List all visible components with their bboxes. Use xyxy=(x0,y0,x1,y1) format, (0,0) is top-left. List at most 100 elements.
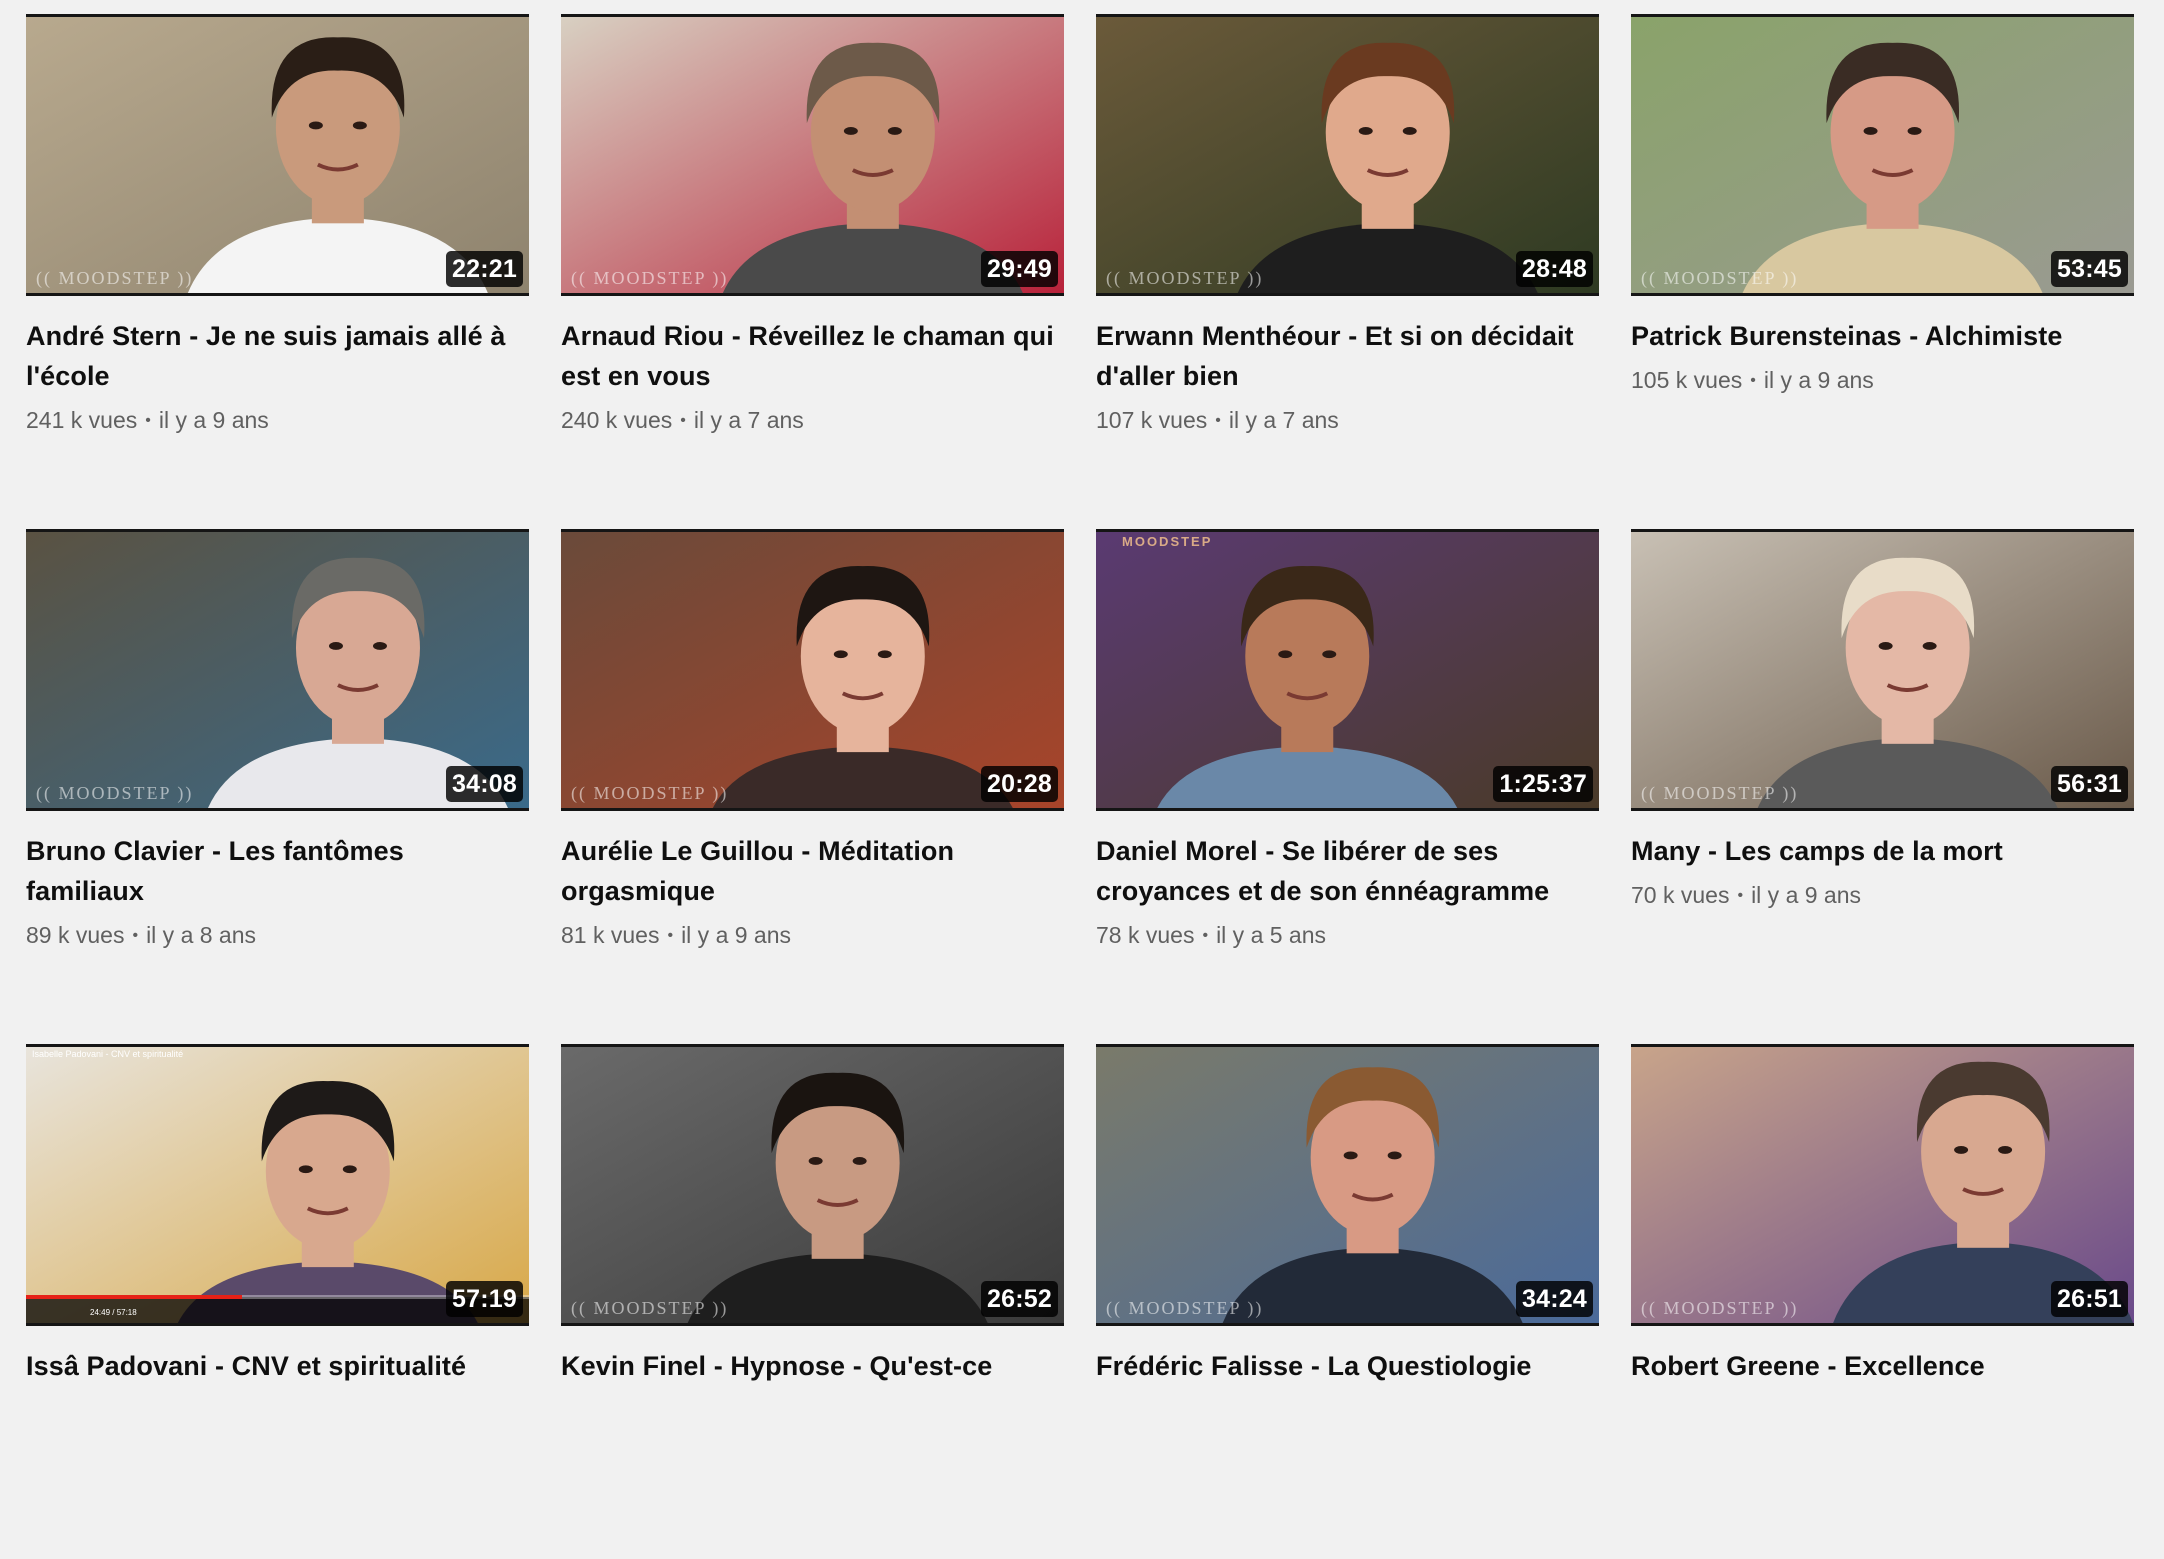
video-card[interactable]: (( MOODSTEP )) 26:52 Kevin Finel - Hypnose… xyxy=(561,1044,1064,1559)
separator-dot: • xyxy=(667,927,674,944)
video-card[interactable]: (( MOODSTEP )) 28:48 Erwann Menthéour - Et… xyxy=(1096,14,1599,529)
duration-badge: 56:31 xyxy=(2051,766,2128,802)
video-thumbnail[interactable]: MOODSTEP 1:25:37 xyxy=(1096,529,1599,811)
channel-watermark: (( MOODSTEP )) xyxy=(571,783,729,803)
upload-age: il y a 9 ans xyxy=(1751,882,1862,908)
view-count: 81 k vues xyxy=(561,922,660,948)
view-count: 105 k vues xyxy=(1631,367,1743,393)
video-meta: Bruno Clavier - Les fantômes familiaux 89… xyxy=(26,811,529,952)
video-card[interactable]: (( MOODSTEP )) 53:45 Patrick Burensteinas … xyxy=(1631,14,2134,529)
video-thumbnail[interactable]: (( MOODSTEP )) 22:21 xyxy=(26,14,529,296)
channel-watermark: (( MOODSTEP )) xyxy=(1641,268,1799,288)
view-count: 240 k vues xyxy=(561,407,673,433)
video-meta: Arnaud Riou - Réveillez le chaman qui es… xyxy=(561,296,1064,437)
video-thumbnail[interactable]: (( MOODSTEP )) 20:28 xyxy=(561,529,1064,811)
separator-dot: • xyxy=(1750,372,1756,389)
upload-age: il y a 9 ans xyxy=(681,922,792,948)
video-meta: André Stern - Je ne suis jamais allé à l… xyxy=(26,296,529,437)
video-card[interactable]: (( MOODSTEP )) 26:51 Robert Greene - Excel… xyxy=(1631,1044,2134,1559)
video-title[interactable]: Many - Les camps de la mort xyxy=(1631,831,2134,871)
upload-age: il y a 8 ans xyxy=(146,922,257,948)
video-stats: 89 k vues • il y a 8 ans xyxy=(26,919,529,952)
video-title[interactable]: Arnaud Riou - Réveillez le chaman qui es… xyxy=(561,316,1064,396)
video-meta: Patrick Burensteinas - Alchimiste 105 k v… xyxy=(1631,296,2134,397)
separator-dot: • xyxy=(132,927,139,944)
channel-watermark: MOODSTEP xyxy=(1122,534,1213,549)
video-title[interactable]: Frédéric Falisse - La Questiologie xyxy=(1096,1346,1599,1386)
video-stats: 240 k vues • il y a 7 ans xyxy=(561,404,1064,437)
duration-badge: 28:48 xyxy=(1516,251,1593,287)
video-title[interactable]: Robert Greene - Excellence xyxy=(1631,1346,2134,1386)
channel-watermark: (( MOODSTEP )) xyxy=(36,783,194,803)
video-stats: 78 k vues • il y a 5 ans xyxy=(1096,919,1599,952)
player-progress-fill xyxy=(26,1295,243,1299)
separator-dot: • xyxy=(1737,887,1744,904)
video-title[interactable]: André Stern - Je ne suis jamais allé à l… xyxy=(26,316,529,396)
video-meta: Kevin Finel - Hypnose - Qu'est-ce xyxy=(561,1326,1064,1386)
upload-age: il y a 7 ans xyxy=(1228,407,1339,433)
video-title[interactable]: Daniel Morel - Se libérer de ses croyanc… xyxy=(1096,831,1599,911)
view-count: 70 k vues xyxy=(1631,882,1730,908)
video-thumbnail[interactable]: (( MOODSTEP )) 53:45 xyxy=(1631,14,2134,296)
video-meta: Robert Greene - Excellence xyxy=(1631,1326,2134,1386)
video-card[interactable]: (( MOODSTEP )) 29:49 Arnaud Riou - Réveill… xyxy=(561,14,1064,529)
video-thumbnail[interactable]: (( MOODSTEP )) 28:48 xyxy=(1096,14,1599,296)
video-stats: 105 k vues • il y a 9 ans xyxy=(1631,364,2134,397)
video-meta: Frédéric Falisse - La Questiologie xyxy=(1096,1326,1599,1386)
player-time: 24:49 / 57:18 xyxy=(90,1308,137,1317)
channel-watermark: (( MOODSTEP )) xyxy=(1641,1298,1799,1318)
duration-badge: 57:19 xyxy=(446,1281,523,1317)
duration-badge: 53:45 xyxy=(2051,251,2128,287)
channel-watermark: (( MOODSTEP )) xyxy=(571,1298,729,1318)
video-stats: 81 k vues • il y a 9 ans xyxy=(561,919,1064,952)
video-meta: Daniel Morel - Se libérer de ses croyanc… xyxy=(1096,811,1599,952)
duration-badge: 26:51 xyxy=(2051,1281,2128,1317)
separator-dot: • xyxy=(680,412,686,429)
video-card[interactable]: (( MOODSTEP )) 20:28 Aurélie Le Guillou - … xyxy=(561,529,1064,1044)
video-title[interactable]: Issâ Padovani - CNV et spiritualité xyxy=(26,1346,529,1386)
duration-badge: 1:25:37 xyxy=(1493,766,1593,802)
duration-badge: 34:24 xyxy=(1516,1281,1593,1317)
video-thumbnail[interactable]: (( MOODSTEP )) 26:51 xyxy=(1631,1044,2134,1326)
video-card[interactable]: MOODSTEP 1:25:37 Daniel Morel - Se libérer… xyxy=(1096,529,1599,1044)
channel-watermark: (( MOODSTEP )) xyxy=(36,268,194,288)
channel-watermark: (( MOODSTEP )) xyxy=(571,268,729,288)
video-title[interactable]: Bruno Clavier - Les fantômes familiaux xyxy=(26,831,529,911)
duration-badge: 22:21 xyxy=(446,251,523,287)
view-count: 107 k vues xyxy=(1096,407,1208,433)
video-card[interactable]: (( MOODSTEP )) 22:21 André Stern - Je ne s… xyxy=(26,14,529,529)
video-grid: (( MOODSTEP )) 22:21 André Stern - Je ne s… xyxy=(26,14,2134,1559)
video-title[interactable]: Kevin Finel - Hypnose - Qu'est-ce xyxy=(561,1346,1064,1386)
video-thumbnail[interactable]: (( MOODSTEP )) 29:49 xyxy=(561,14,1064,296)
video-title[interactable]: Patrick Burensteinas - Alchimiste xyxy=(1631,316,2134,356)
upload-age: il y a 9 ans xyxy=(158,407,269,433)
duration-badge: 20:28 xyxy=(981,766,1058,802)
view-count: 78 k vues xyxy=(1096,922,1195,948)
upload-age: il y a 9 ans xyxy=(1763,367,1874,393)
video-stats: 70 k vues • il y a 9 ans xyxy=(1631,879,2134,912)
upload-age: il y a 5 ans xyxy=(1216,922,1327,948)
video-stats: 241 k vues • il y a 9 ans xyxy=(26,404,529,437)
video-title[interactable]: Erwann Menthéour - Et si on décidait d'a… xyxy=(1096,316,1599,396)
video-card[interactable]: Isabelle Padovani - CNV et spiritualité 2… xyxy=(26,1044,529,1559)
player-title: Isabelle Padovani - CNV et spiritualité xyxy=(32,1049,184,1059)
duration-badge: 26:52 xyxy=(981,1281,1058,1317)
duration-badge: 34:08 xyxy=(446,766,523,802)
video-thumbnail[interactable]: (( MOODSTEP )) 34:24 xyxy=(1096,1044,1599,1326)
video-title[interactable]: Aurélie Le Guillou - Méditation orgasmiq… xyxy=(561,831,1064,911)
video-card[interactable]: (( MOODSTEP )) 56:31 Many - Les camps de l… xyxy=(1631,529,2134,1044)
video-meta: Aurélie Le Guillou - Méditation orgasmiq… xyxy=(561,811,1064,952)
video-meta: Erwann Menthéour - Et si on décidait d'a… xyxy=(1096,296,1599,437)
video-meta: Many - Les camps de la mort 70 k vues • il … xyxy=(1631,811,2134,912)
video-thumbnail[interactable]: (( MOODSTEP )) 56:31 xyxy=(1631,529,2134,811)
video-thumbnail[interactable]: (( MOODSTEP )) 26:52 xyxy=(561,1044,1064,1326)
video-thumbnail[interactable]: (( MOODSTEP )) 34:08 xyxy=(26,529,529,811)
separator-dot: • xyxy=(1202,927,1209,944)
duration-badge: 29:49 xyxy=(981,251,1058,287)
upload-age: il y a 7 ans xyxy=(693,407,804,433)
video-thumbnail[interactable]: Isabelle Padovani - CNV et spiritualité 2… xyxy=(26,1044,529,1326)
video-stats: 107 k vues • il y a 7 ans xyxy=(1096,404,1599,437)
view-count: 89 k vues xyxy=(26,922,125,948)
video-card[interactable]: (( MOODSTEP )) 34:24 Frédéric Falisse - La… xyxy=(1096,1044,1599,1559)
video-card[interactable]: (( MOODSTEP )) 34:08 Bruno Clavier - Les f… xyxy=(26,529,529,1044)
